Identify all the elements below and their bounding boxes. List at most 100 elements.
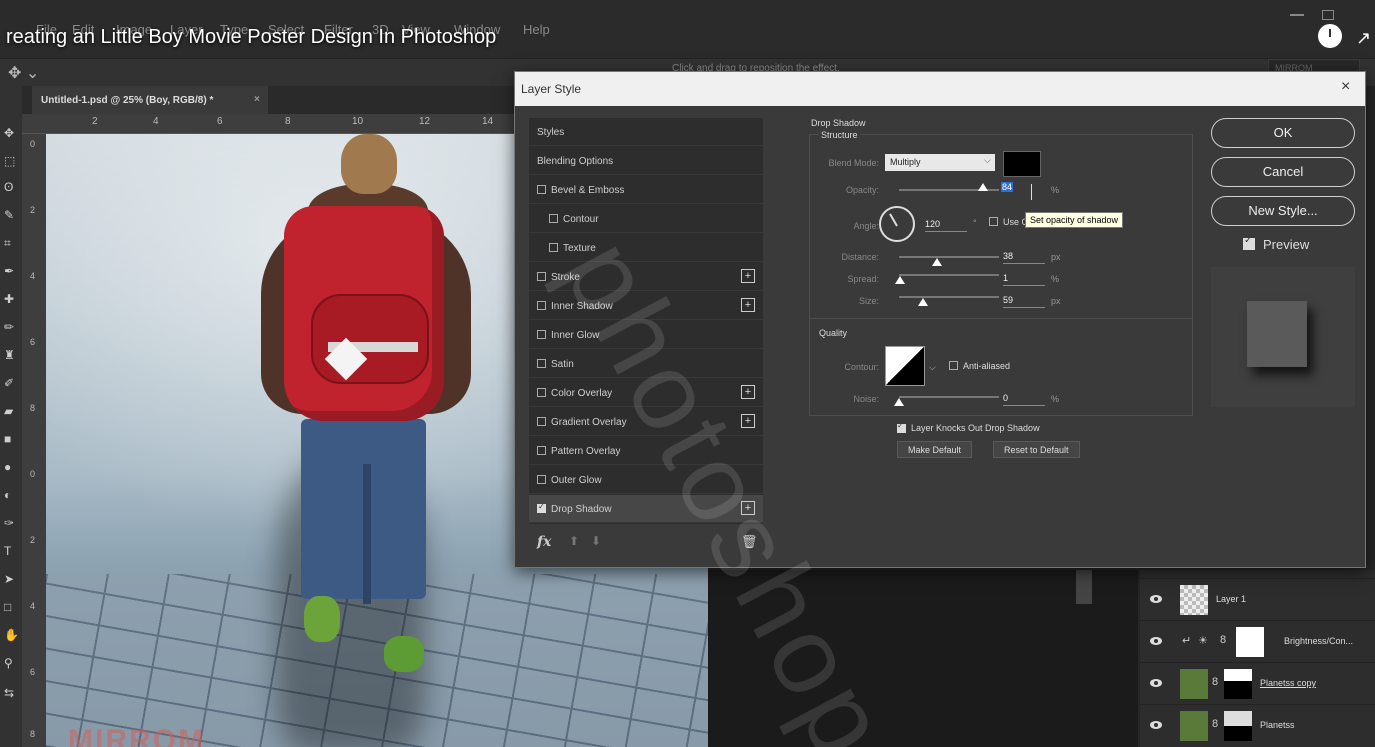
move-down-icon[interactable]: ⬇ — [591, 534, 601, 548]
blend-mode-select[interactable]: Multiply ⌵ — [885, 154, 995, 171]
style-row[interactable]: Contour — [529, 205, 763, 233]
add-effect-icon[interactable]: + — [741, 414, 755, 428]
style-checkbox[interactable] — [537, 502, 546, 513]
distance-slider-thumb[interactable] — [932, 258, 942, 266]
style-checkbox[interactable] — [537, 359, 546, 368]
maximize-icon[interactable] — [1322, 10, 1334, 20]
brush-tool-icon[interactable]: ✏ — [4, 320, 18, 334]
document-tab[interactable]: Untitled-1.psd @ 25% (Boy, RGB/8) * × — [32, 86, 268, 114]
eyedropper-tool-icon[interactable]: ✒ — [4, 264, 18, 278]
scrollbar[interactable] — [1076, 570, 1092, 604]
make-default-button[interactable]: Make Default — [897, 441, 973, 458]
cancel-button[interactable]: Cancel — [1211, 157, 1355, 187]
dialog-titlebar[interactable]: Layer Style × — [515, 72, 1365, 106]
knocks-out-checkbox[interactable] — [897, 421, 906, 433]
swap-colors-icon[interactable]: ⇆ — [4, 686, 18, 700]
move-up-icon[interactable]: ⬆ — [569, 534, 579, 548]
history-brush-tool-icon[interactable]: ✐ — [4, 376, 18, 390]
path-select-tool-icon[interactable]: ➤ — [4, 572, 18, 586]
size-slider-track[interactable] — [899, 296, 999, 298]
pen-tool-icon[interactable]: ✑ — [4, 516, 18, 530]
lasso-tool-icon[interactable]: ʘ — [4, 180, 18, 194]
blur-tool-icon[interactable]: ● — [4, 460, 18, 474]
reset-to-default-button[interactable]: Reset to Default — [993, 441, 1080, 458]
style-row[interactable]: Bevel & Emboss — [529, 176, 763, 204]
menu-help[interactable]: Help — [523, 22, 550, 37]
eye-icon[interactable] — [1150, 595, 1162, 603]
new-style-button[interactable]: New Style... — [1211, 196, 1355, 226]
style-row[interactable]: Blending Options — [529, 147, 763, 175]
spread-slider-track[interactable] — [899, 274, 999, 276]
move-tool-icon[interactable]: ✥ — [4, 126, 18, 140]
opacity-input[interactable]: 84 — [1001, 182, 1043, 195]
opacity-slider-thumb[interactable] — [978, 183, 988, 191]
add-effect-icon[interactable]: + — [741, 298, 755, 312]
style-row[interactable]: Styles — [529, 118, 763, 146]
style-row[interactable]: Texture — [529, 234, 763, 262]
style-checkbox[interactable] — [537, 330, 546, 339]
quick-select-tool-icon[interactable]: ✎ — [4, 208, 18, 222]
spread-input[interactable]: 1 — [1003, 273, 1045, 286]
dodge-tool-icon[interactable]: ◐ — [4, 488, 18, 502]
angle-dial[interactable] — [879, 206, 915, 242]
style-checkbox[interactable] — [537, 388, 546, 397]
noise-slider-thumb[interactable] — [894, 398, 904, 406]
use-global-light-checkbox[interactable] — [989, 217, 998, 226]
crop-tool-icon[interactable]: ⌗ — [4, 236, 18, 250]
anti-aliased-checkbox[interactable] — [949, 361, 958, 370]
style-row[interactable]: Satin — [529, 350, 763, 378]
noise-slider-track[interactable] — [899, 396, 999, 398]
zoom-tool-icon[interactable]: ⚲ — [4, 656, 18, 670]
style-checkbox[interactable] — [549, 214, 558, 223]
style-checkbox[interactable] — [537, 475, 546, 484]
healing-tool-icon[interactable]: ✚ — [4, 292, 18, 306]
style-row[interactable]: Pattern Overlay — [529, 437, 763, 465]
style-checkbox[interactable] — [537, 446, 546, 455]
eye-icon[interactable] — [1150, 721, 1162, 729]
distance-slider-track[interactable] — [899, 256, 999, 258]
style-checkbox[interactable] — [537, 272, 546, 281]
spread-slider-thumb[interactable] — [895, 276, 905, 284]
type-tool-icon[interactable]: T — [4, 544, 18, 558]
trash-icon[interactable]: 🗑 — [741, 534, 758, 550]
eye-icon[interactable] — [1150, 637, 1162, 645]
preview-checkbox[interactable] — [1243, 235, 1255, 250]
hand-tool-icon[interactable]: ✋ — [4, 628, 19, 642]
style-row[interactable]: Drop Shadow + — [529, 495, 763, 523]
style-row[interactable]: Inner Shadow + — [529, 292, 763, 320]
marquee-tool-icon[interactable]: ⬚ — [4, 154, 18, 168]
eye-icon[interactable] — [1150, 679, 1162, 687]
style-row[interactable]: Gradient Overlay + — [529, 408, 763, 436]
close-icon[interactable]: × — [254, 94, 260, 105]
layer-row[interactable]: 8 Planetss — [1140, 704, 1375, 746]
add-effect-icon[interactable]: + — [741, 385, 755, 399]
chevron-down-icon[interactable]: ⌵ — [929, 362, 936, 373]
eraser-tool-icon[interactable]: ▰ — [4, 404, 18, 418]
contour-picker[interactable] — [885, 346, 925, 386]
shadow-color-swatch[interactable] — [1003, 151, 1041, 177]
style-checkbox[interactable] — [537, 185, 546, 194]
layer-row[interactable]: Layer 1 — [1140, 578, 1375, 620]
style-checkbox[interactable] — [537, 301, 546, 310]
fx-icon[interactable]: fx — [537, 534, 551, 550]
layer-row[interactable]: 8 Planetss copy — [1140, 662, 1375, 704]
minimize-icon[interactable] — [1290, 14, 1304, 16]
ok-button[interactable]: OK — [1211, 118, 1355, 148]
add-effect-icon[interactable]: + — [741, 269, 755, 283]
share-icon[interactable]: ↗ — [1356, 28, 1371, 49]
clock-icon[interactable] — [1318, 24, 1342, 48]
size-input[interactable]: 59 — [1003, 295, 1045, 308]
shape-tool-icon[interactable]: □ — [4, 600, 18, 614]
style-checkbox[interactable] — [549, 243, 558, 252]
close-icon[interactable]: × — [1341, 78, 1350, 96]
stamp-tool-icon[interactable]: ♜ — [4, 348, 18, 362]
angle-input[interactable]: 120 — [925, 219, 967, 232]
style-row[interactable]: Stroke + — [529, 263, 763, 291]
gradient-tool-icon[interactable]: ■ — [4, 432, 18, 446]
add-effect-icon[interactable]: + — [741, 501, 755, 515]
noise-input[interactable]: 0 — [1003, 393, 1045, 406]
layer-row[interactable]: ↵ ☀ 8 Brightness/Con... — [1140, 620, 1375, 662]
style-row[interactable]: Inner Glow — [529, 321, 763, 349]
size-slider-thumb[interactable] — [917, 298, 928, 306]
style-row[interactable]: Outer Glow — [529, 466, 763, 494]
